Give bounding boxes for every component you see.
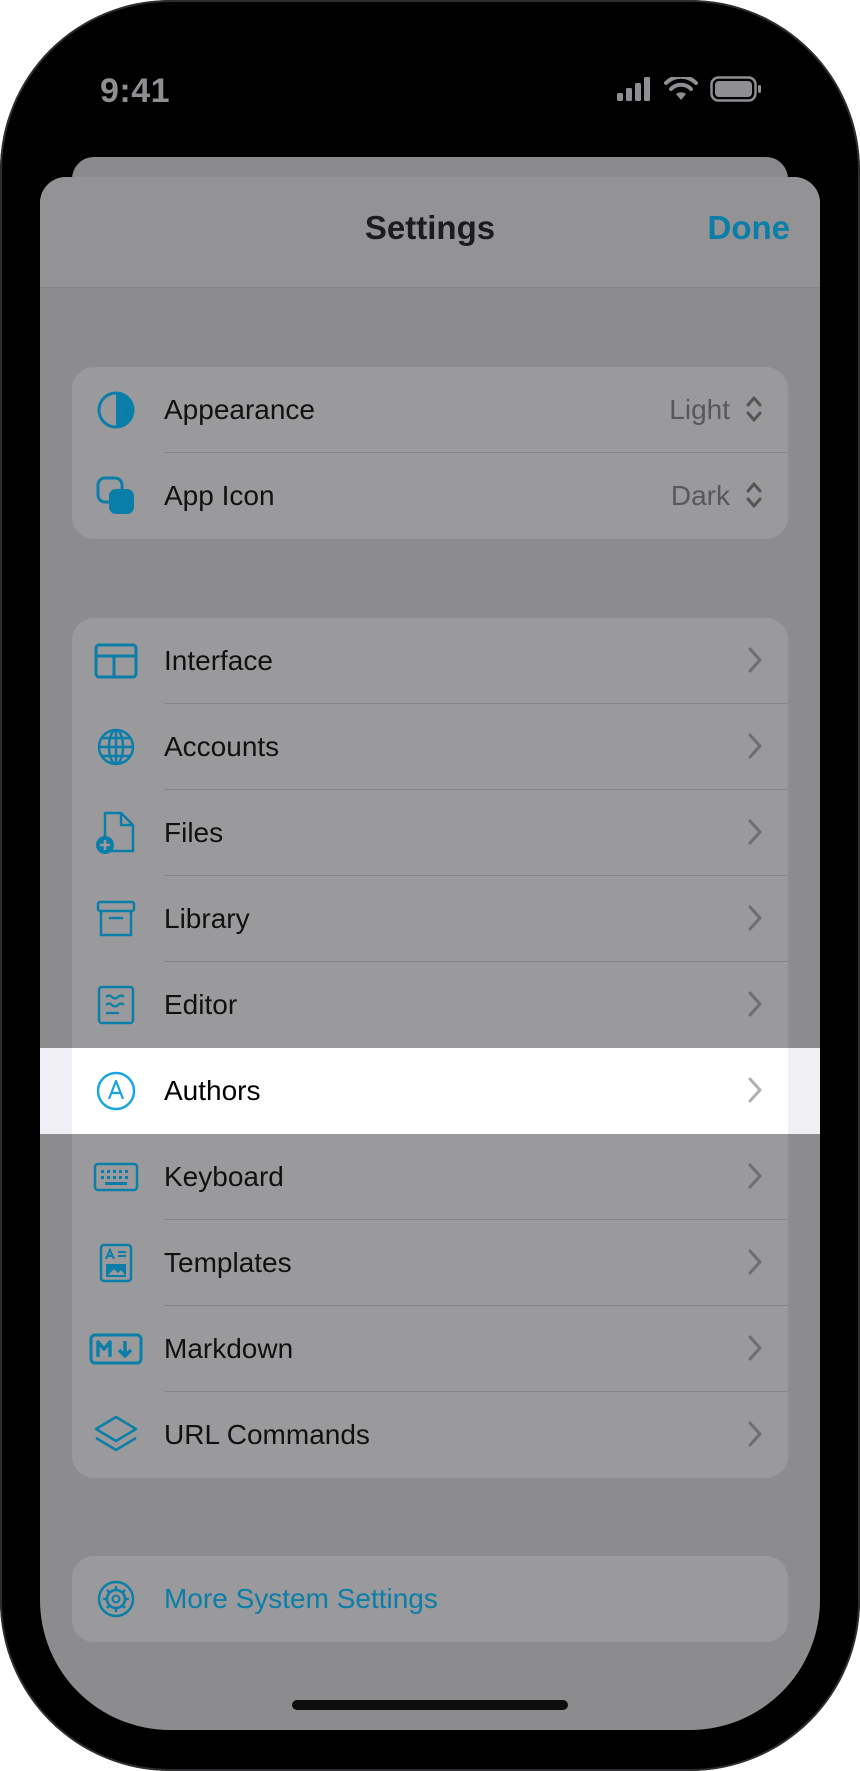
chevron-up-down-icon [746, 396, 762, 422]
chevron-right-icon [748, 905, 762, 931]
chevron-up-down-icon [746, 482, 762, 508]
settings-row-accounts[interactable]: Accounts [72, 704, 788, 790]
author-circle-icon [92, 1067, 140, 1115]
globe-icon [92, 723, 140, 771]
settings-row-label: Markdown [164, 1333, 294, 1364]
more-system-settings-label: More System Settings [164, 1583, 438, 1614]
settings-row-markdown[interactable]: Markdown [72, 1306, 788, 1392]
more-system-settings-row[interactable]: More System Settings [72, 1556, 788, 1642]
settings-row-label: Templates [164, 1247, 292, 1278]
settings-row-label: Keyboard [164, 1161, 284, 1192]
battery-icon [710, 76, 761, 102]
editor-icon [92, 981, 140, 1029]
chevron-right-icon [748, 647, 762, 673]
display-settings-group: Appearance Light App Icon Dark [72, 367, 788, 539]
highlight-edge-left [40, 1048, 72, 1134]
settings-row-label: Accounts [164, 731, 280, 762]
navigation-bar: Settings Done [40, 177, 820, 288]
settings-row-library[interactable]: Library [72, 876, 788, 962]
appearance-icon [92, 386, 140, 434]
chevron-right-icon [748, 733, 762, 759]
settings-row-label: Authors [164, 1075, 261, 1106]
wifi-icon [664, 77, 698, 100]
template-icon [92, 1239, 140, 1287]
interface-icon [92, 637, 140, 685]
settings-row-editor[interactable]: Editor [72, 962, 788, 1048]
app-icon-label: App Icon [164, 480, 275, 511]
app-icon-value: Dark [670, 480, 730, 511]
chevron-right-icon [748, 1335, 762, 1361]
cellular-signal-icon [617, 77, 650, 101]
settings-row-interface[interactable]: Interface [72, 618, 788, 704]
settings-row-label: Interface [164, 645, 273, 676]
settings-row-templates[interactable]: Templates [72, 1220, 788, 1306]
settings-row-files[interactable]: Files [72, 790, 788, 876]
appearance-value: Light [669, 394, 730, 425]
highlight-edge-right [788, 1048, 820, 1134]
device-frame: 9:41 Settings Done Appearance Light App … [0, 0, 860, 1771]
status-time: 9:41 [100, 72, 171, 110]
settings-sheet: Settings Done Appearance Light App Icon … [40, 177, 820, 1730]
settings-row-label: Library [164, 903, 250, 934]
settings-row-label: Editor [164, 989, 238, 1020]
status-icons [616, 76, 762, 102]
settings-row-label: Files [164, 817, 224, 848]
file-plus-icon [92, 809, 140, 857]
markdown-icon [88, 1325, 144, 1373]
app-icon-icon [92, 472, 140, 520]
chevron-right-icon [748, 1249, 762, 1275]
chevron-right-icon [748, 819, 762, 845]
archive-box-icon [92, 895, 140, 943]
page-title: Settings [364, 209, 496, 246]
layers-icon [92, 1411, 140, 1459]
settings-row-authors[interactable]: Authors [72, 1048, 788, 1134]
keyboard-icon [92, 1153, 140, 1201]
appearance-label: Appearance [164, 394, 316, 425]
settings-row-authors-highlighted[interactable]: Authors [40, 1048, 820, 1134]
settings-row-keyboard[interactable]: Keyboard [72, 1134, 788, 1220]
chevron-right-icon [748, 991, 762, 1017]
system-settings-group: More System Settings [72, 1556, 788, 1642]
gear-icon [92, 1575, 140, 1623]
app-icon-row[interactable]: App Icon Dark [72, 453, 788, 539]
chevron-right-icon [748, 1077, 762, 1103]
appearance-row[interactable]: Appearance Light [72, 367, 788, 453]
done-button[interactable]: Done [708, 209, 791, 247]
home-indicator [292, 1700, 568, 1710]
settings-row-url-commands[interactable]: URL Commands [72, 1392, 788, 1478]
settings-row-label: URL Commands [164, 1419, 370, 1450]
chevron-right-icon [748, 1421, 762, 1447]
chevron-right-icon [748, 1163, 762, 1189]
